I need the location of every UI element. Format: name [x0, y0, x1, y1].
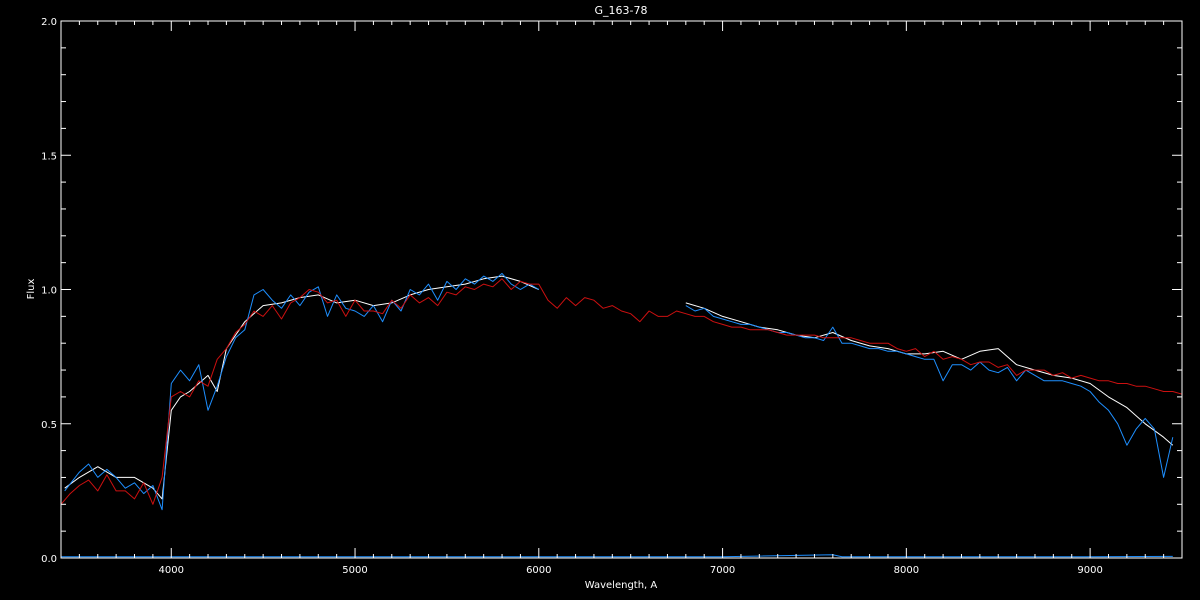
- chart-title: G_163-78: [595, 4, 648, 17]
- y-tick-label: 1.5: [41, 151, 57, 162]
- x-tick-label: 5000: [342, 565, 367, 576]
- x-tick-label: 6000: [526, 565, 551, 576]
- spectrum-chart: 4000 5000 6000 7000 8000 90000.00.51.01.52.0 …: [0, 0, 1200, 600]
- x-tick-label: 7000: [710, 565, 735, 576]
- x-tick-label: 8000: [894, 565, 919, 576]
- chart-background: [0, 0, 1200, 600]
- y-tick-label: 1.0: [41, 286, 57, 297]
- x-axis-label: Wavelength, A: [585, 580, 658, 591]
- x-tick-label: 9000: [1077, 565, 1102, 576]
- y-tick-label: 0.5: [41, 420, 57, 431]
- y-tick-label: 0.0: [41, 554, 57, 565]
- x-tick-label: 4000: [159, 565, 184, 576]
- y-axis-label: Flux: [26, 279, 37, 300]
- y-tick-label: 2.0: [41, 17, 57, 28]
